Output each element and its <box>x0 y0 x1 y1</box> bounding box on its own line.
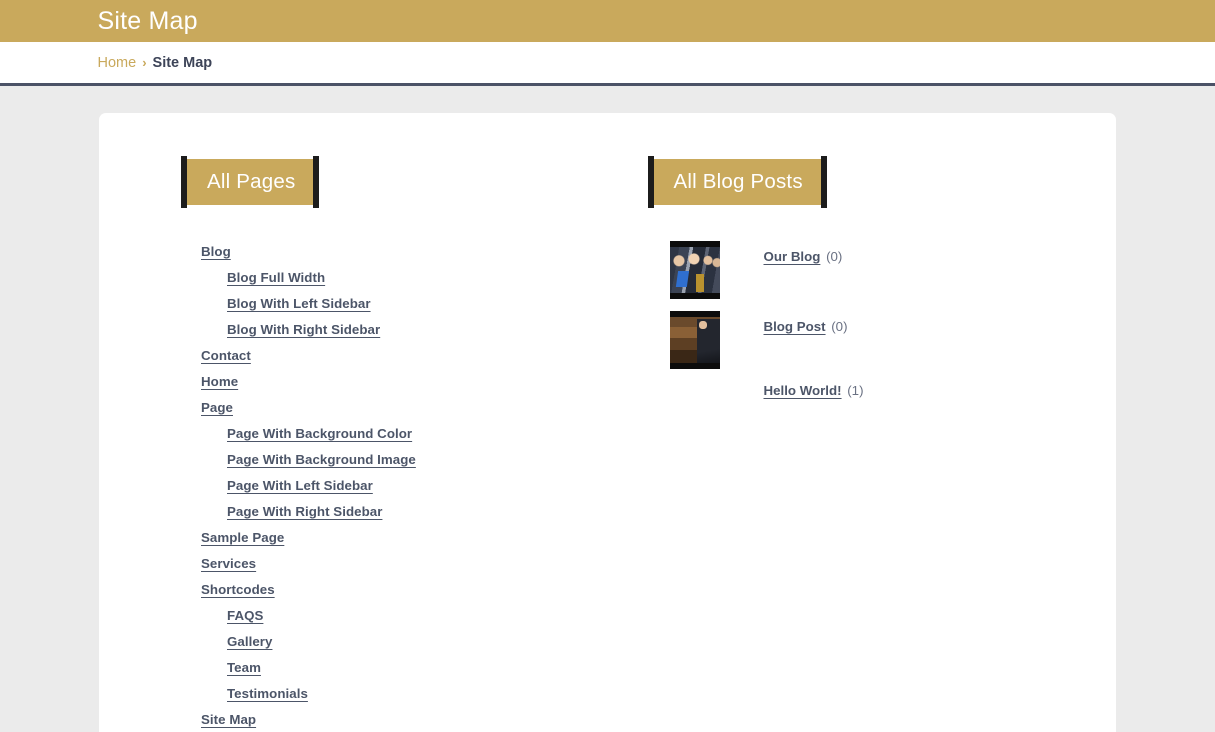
thumbnail-photo <box>669 247 720 293</box>
sitemap-page-link[interactable]: Blog Full Width <box>227 270 325 285</box>
sitemap-page-link[interactable]: Blog With Left Sidebar <box>227 296 371 311</box>
all-pages-column: All Pages Blog Blog Full Width Blog With L… <box>141 156 608 732</box>
breadcrumb-bar: Home › Site Map <box>0 42 1215 86</box>
blog-post-body: Hello World! (1) <box>764 381 864 401</box>
sitemap-card: All Pages Blog Blog Full Width Blog With L… <box>99 113 1116 732</box>
sitemap-page-item: Team <box>201 655 608 681</box>
sitemap-page-link[interactable]: Page With Background Image <box>227 452 416 467</box>
sitemap-page-link[interactable]: Home <box>201 374 238 389</box>
sitemap-page-item: Page With Left Sidebar <box>201 473 608 499</box>
sitemap-page-item: Page With Background Color <box>201 421 608 447</box>
blog-post-body: Blog Post (0) <box>764 311 848 337</box>
thumbnail-top-bar <box>669 311 720 317</box>
sitemap-page-link[interactable]: FAQS <box>227 608 263 623</box>
blog-post-comment-count: (1) <box>843 383 864 398</box>
sitemap-page-item: Contact <box>201 343 608 369</box>
sitemap-page-item: Gallery <box>201 629 608 655</box>
content-wrapper: All Pages Blog Blog Full Width Blog With L… <box>0 86 1215 732</box>
blog-post-body: Our Blog (0) <box>764 241 843 267</box>
page-title: Site Map <box>97 6 198 35</box>
breadcrumb: Home › Site Map <box>98 55 1118 71</box>
thumbnail-top-bar <box>669 241 720 247</box>
all-pages-heading-ribbon: All Pages <box>180 156 320 208</box>
sitemap-page-link[interactable]: Contact <box>201 348 251 363</box>
sitemap-page-link[interactable]: Team <box>227 660 261 675</box>
courtroom-photo-thumbnail[interactable] <box>669 311 720 369</box>
sitemap-page-link[interactable]: Blog With Right Sidebar <box>227 322 380 337</box>
sitemap-page-item: Page With Background Image <box>201 447 608 473</box>
sitemap-page-link[interactable]: Page <box>201 400 233 415</box>
sitemap-page-link[interactable]: Page With Background Color <box>227 426 412 441</box>
blog-post-item: Blog Post (0) <box>669 311 1075 369</box>
breadcrumb-link-home[interactable]: Home <box>98 55 137 71</box>
sitemap-page-item: Testimonials <box>201 681 608 707</box>
team-photo-thumbnail[interactable] <box>669 241 720 299</box>
blog-post-link[interactable]: Hello World! <box>764 383 842 398</box>
blog-post-link[interactable]: Our Blog <box>764 249 821 264</box>
blog-post-thumbnail-slot <box>669 241 764 299</box>
all-blog-posts-column: All Blog Posts Our Blog (0) Blog Post (0)… <box>608 156 1075 449</box>
sitemap-page-link[interactable]: Shortcodes <box>201 582 275 597</box>
blog-post-thumbnail-slot <box>669 311 764 369</box>
chevron-right-icon: › <box>142 55 147 70</box>
sitemap-page-item: Sample Page <box>201 525 608 551</box>
all-blog-posts-heading-ribbon: All Blog Posts <box>647 156 828 208</box>
sitemap-page-item: FAQS <box>201 603 608 629</box>
breadcrumb-current: Site Map <box>152 54 213 71</box>
sitemap-page-item: Shortcodes <box>201 577 608 603</box>
sitemap-page-item: Services <box>201 551 608 577</box>
thumbnail-photo <box>669 317 720 363</box>
sitemap-page-item: Blog With Right Sidebar <box>201 317 608 343</box>
sitemap-page-item: Page With Right Sidebar <box>201 499 608 525</box>
sitemap-page-item: Page <box>201 395 608 421</box>
sitemap-page-item: Blog Full Width <box>201 265 608 291</box>
all-pages-heading-text: All Pages <box>207 170 296 193</box>
sitemap-page-item: Blog With Left Sidebar <box>201 291 608 317</box>
blog-post-item: Hello World! (1) <box>670 381 1075 439</box>
sitemap-page-item: Site Map <box>201 707 608 732</box>
all-blog-posts-heading-text: All Blog Posts <box>673 170 803 193</box>
blog-post-comment-count: (0) <box>827 319 848 334</box>
sitemap-page-item: Blog <box>201 239 608 265</box>
sitemap-page-link[interactable]: Page With Right Sidebar <box>227 504 382 519</box>
sitemap-page-link[interactable]: Services <box>201 556 256 571</box>
blog-post-item: Our Blog (0) <box>669 241 1075 299</box>
sitemap-page-link[interactable]: Gallery <box>227 634 272 649</box>
blog-post-thumbnail-slot <box>670 381 764 439</box>
all-pages-list: Blog Blog Full Width Blog With Left Sideba… <box>181 239 608 732</box>
page-title-bar: Site Map <box>0 0 1215 42</box>
sitemap-page-link[interactable]: Testimonials <box>227 686 308 701</box>
sitemap-page-item: Home <box>201 369 608 395</box>
sitemap-page-link[interactable]: Blog <box>201 244 231 259</box>
blog-post-comment-count: (0) <box>822 249 843 264</box>
blog-post-link[interactable]: Blog Post <box>764 319 826 334</box>
thumbnail-bottom-bar <box>669 293 720 299</box>
sitemap-page-link[interactable]: Sample Page <box>201 530 284 545</box>
all-blog-posts-list: Our Blog (0) Blog Post (0) Hello World! (1… <box>648 241 1075 439</box>
sitemap-page-link[interactable]: Page With Left Sidebar <box>227 478 373 493</box>
thumbnail-bottom-bar <box>669 363 720 369</box>
sitemap-page-link[interactable]: Site Map <box>201 712 256 727</box>
